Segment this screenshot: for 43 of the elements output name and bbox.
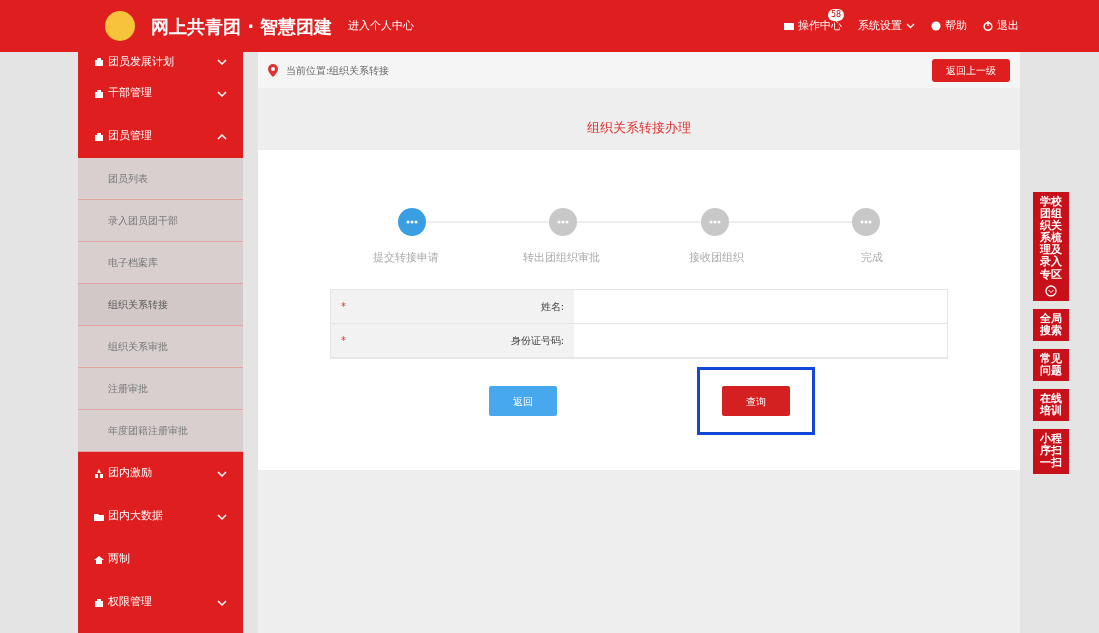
sitemap-icon (94, 468, 104, 479)
header-logout-link[interactable]: 退出 (983, 18, 1019, 34)
ellipsis-icon (406, 219, 418, 224)
location-pin-icon (268, 63, 278, 77)
ellipsis-icon (557, 219, 570, 224)
query-button[interactable]: 查询 (721, 386, 790, 417)
ellipsis-icon (708, 219, 721, 224)
side-tab[interactable]: 全局搜索 (1033, 308, 1069, 341)
header-help-link[interactable]: 帮助 (931, 18, 967, 34)
sidebar-submenu-item[interactable]: 团员列表 (78, 158, 243, 200)
field-label: 身份证号码: (510, 334, 564, 349)
sidebar-submenu-item[interactable]: 组织关系转接 (78, 284, 243, 326)
chevron-down-icon (906, 23, 915, 29)
sidebar-submenu-item[interactable]: 电子档案库 (78, 242, 243, 284)
page-title: 组织关系转接办理 (586, 119, 692, 137)
required-mark: * (341, 334, 346, 349)
side-tab[interactable]: 学校团组织关系梳理及录入专区 (1033, 192, 1069, 301)
header-settings-link[interactable]: 系统设置 (858, 18, 915, 34)
step-label: 转出团组织审批 (521, 249, 601, 265)
house-icon (94, 554, 104, 565)
back-button[interactable]: 返回 (488, 386, 557, 417)
notification-count: 58 (828, 9, 845, 22)
field-label: 姓名: (540, 300, 564, 315)
side-tab[interactable]: 常见问题 (1033, 348, 1069, 382)
side-tab[interactable]: 在线培训 (1033, 389, 1069, 422)
breadcrumb: 当前位置:组织关系转接 (286, 63, 390, 78)
side-tab[interactable]: 小程序扫一扫 (1033, 429, 1069, 474)
back-up-button[interactable]: 返回上一级 (932, 58, 1010, 82)
step-label: 提交转接申请 (372, 249, 440, 265)
folder-icon (94, 511, 104, 522)
site-title: 网上共青团 · 智慧团建 (151, 14, 333, 39)
step-label: 接收团组织 (688, 249, 746, 265)
logo-icon (105, 11, 135, 41)
personal-center-link[interactable]: 进入个人中心 (348, 18, 415, 34)
sidebar-submenu-item[interactable]: 注册审批 (78, 368, 243, 410)
sidebar-submenu-item[interactable]: 年度团籍注册审批 (78, 410, 243, 452)
sidebar-submenu-item[interactable]: 录入团员团干部 (78, 200, 243, 242)
required-mark: * (341, 300, 346, 315)
step-label: 完成 (860, 249, 884, 265)
ellipsis-icon (860, 219, 872, 224)
sidebar-submenu-item[interactable]: 组织关系审批 (78, 326, 243, 368)
mail-icon (784, 21, 794, 31)
power-icon (983, 21, 993, 31)
